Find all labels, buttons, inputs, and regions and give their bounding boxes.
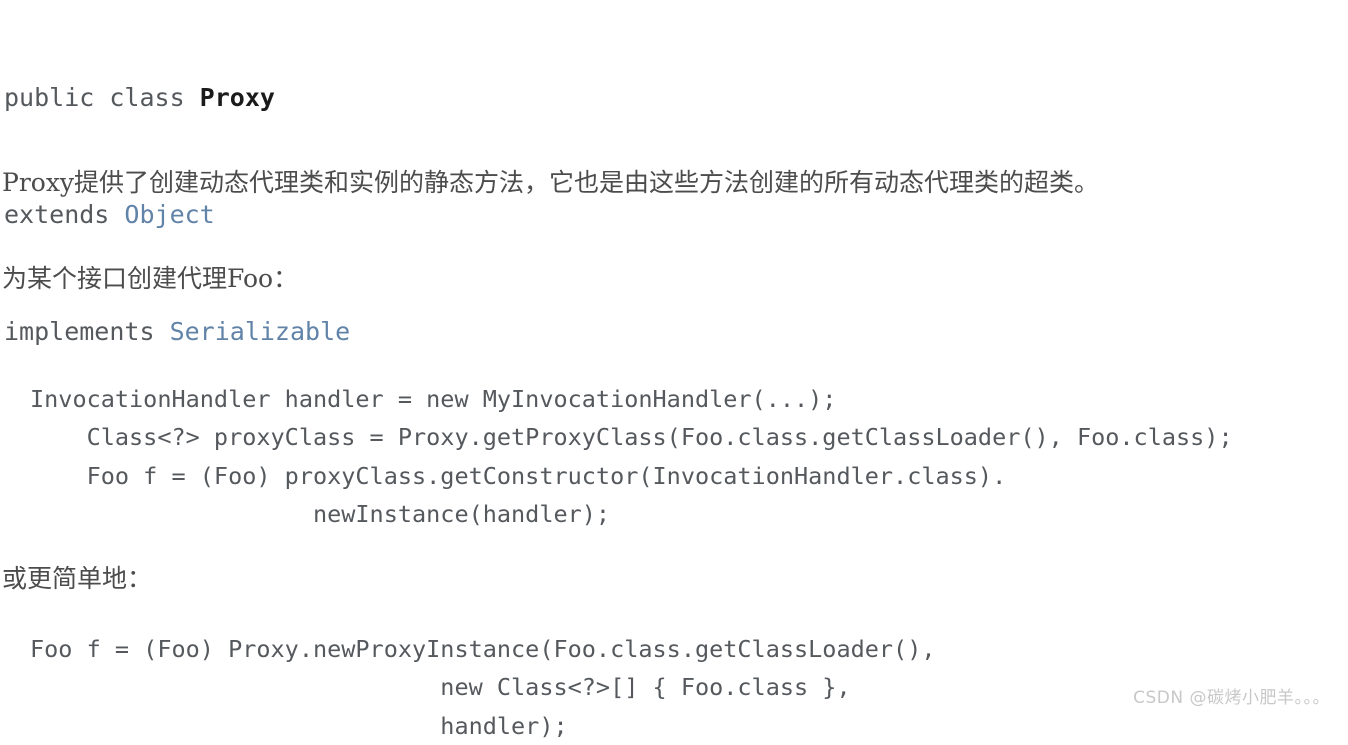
code-block-concise: Foo f = (Foo) Proxy.newProxyInstance(Foo… [30,630,935,745]
class-name: Proxy [200,83,275,112]
class-modifier-keyword: public class [4,83,200,112]
code-line: Foo f = (Foo) proxyClass.getConstructor(… [30,457,1233,496]
implements-line: implements Serializable [4,312,350,351]
code-line: handler); [30,707,935,745]
extends-type-link[interactable]: Object [124,200,214,229]
code-block-verbose: InvocationHandler handler = new MyInvoca… [30,380,1233,534]
class-signature: public class Proxy extends Object implem… [4,0,350,429]
code-line: Foo f = (Foo) Proxy.newProxyInstance(Foo… [30,630,935,669]
extends-keyword: extends [4,200,124,229]
code-line: new Class<?>[] { Foo.class }, [30,668,935,707]
intro-paragraph: Proxy提供了创建动态代理类和实例的静态方法，它也是由这些方法创建的所有动态代… [2,166,1099,200]
code-line: newInstance(handler); [30,495,1233,534]
csdn-watermark: CSDN @碳烤小肥羊。。。 [1133,683,1330,708]
create-proxy-paragraph: 为某个接口创建代理Foo： [2,262,298,296]
implements-type-link[interactable]: Serializable [170,317,351,346]
document-page: public class Proxy extends Object implem… [0,0,1348,718]
extends-line: extends Object [4,195,350,234]
class-declaration-line: public class Proxy [4,78,350,117]
simpler-paragraph: 或更简单地： [2,562,152,596]
code-line: InvocationHandler handler = new MyInvoca… [30,380,1233,419]
code-line: Class<?> proxyClass = Proxy.getProxyClas… [30,418,1233,457]
implements-keyword: implements [4,317,170,346]
